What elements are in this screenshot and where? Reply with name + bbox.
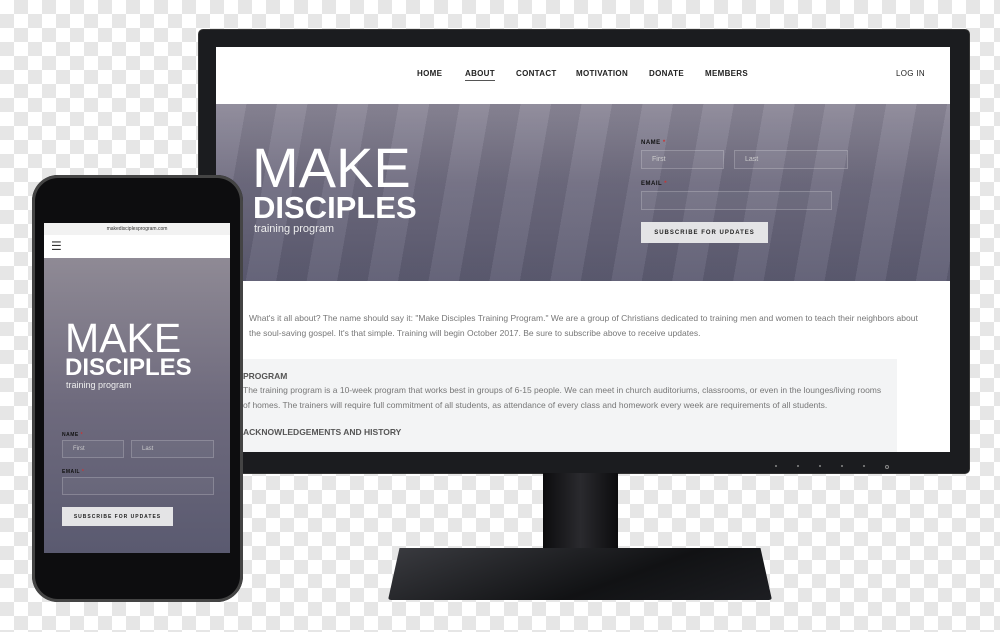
hamburger-icon[interactable]: ☰ <box>51 240 62 252</box>
about-content: What's it all about? The name should say… <box>216 281 950 452</box>
name-label: NAME * <box>641 140 666 146</box>
nav-members[interactable]: MEMBERS <box>705 69 748 78</box>
last-name-input[interactable]: Last <box>734 150 848 169</box>
desktop-monitor: HOME ABOUT CONTACT MOTIVATION DONATE MEM… <box>199 30 969 473</box>
nav-contact[interactable]: CONTACT <box>516 69 557 78</box>
nav-about[interactable]: ABOUT <box>465 69 495 81</box>
hero-title-disciples: DISCIPLES <box>253 190 417 225</box>
monitor-buttons <box>775 465 889 469</box>
mobile-email-label: EMAIL * <box>62 469 85 475</box>
hero-subtitle: training program <box>254 223 335 235</box>
address-bar[interactable]: makedisciplesprogram.com <box>44 223 230 235</box>
nav-donate[interactable]: DONATE <box>649 69 684 78</box>
nav-motivation[interactable]: MOTIVATION <box>576 69 628 78</box>
mobile-first-input[interactable]: First <box>62 440 124 458</box>
mobile-last-input[interactable]: Last <box>131 440 214 458</box>
program-heading: PROGRAM <box>243 371 288 381</box>
mobile-title-disciples: DISCIPLES <box>65 354 192 381</box>
mobile-hero: MAKE DISCIPLES training program NAME * F… <box>44 258 230 553</box>
hero-title-make: MAKE <box>252 136 411 199</box>
intro-paragraph: What's it all about? The name should say… <box>249 313 918 338</box>
mobile-screen: makedisciplesprogram.com ☰ MAKE DISCIPLE… <box>44 223 230 553</box>
email-input[interactable] <box>641 191 832 210</box>
program-card: PROGRAM The training program is a 10-wee… <box>233 359 897 452</box>
mobile-email-input[interactable] <box>62 477 214 495</box>
first-name-input[interactable]: First <box>641 150 724 169</box>
mobile-subscribe-button[interactable]: SUBSCRIBE FOR UPDATES <box>62 507 173 526</box>
hero-banner: MAKE DISCIPLES training program NAME * F… <box>216 104 950 281</box>
monitor-stand-base <box>388 548 772 600</box>
login-link[interactable]: LOG IN <box>896 69 925 78</box>
subscribe-button[interactable]: SUBSCRIBE FOR UPDATES <box>641 222 768 243</box>
mobile-phone: makedisciplesprogram.com ☰ MAKE DISCIPLE… <box>32 175 243 602</box>
mobile-subtitle: training program <box>66 380 132 390</box>
program-text: The training program is a 10-week progra… <box>243 385 882 410</box>
desktop-screen: HOME ABOUT CONTACT MOTIVATION DONATE MEM… <box>216 47 950 452</box>
monitor-stand-neck <box>543 473 618 551</box>
mobile-name-label: NAME * <box>62 432 84 438</box>
mobile-title-make: MAKE <box>65 315 182 361</box>
mobile-nav: ☰ <box>44 235 230 258</box>
top-nav: HOME ABOUT CONTACT MOTIVATION DONATE MEM… <box>216 47 950 104</box>
acknowledgements-heading: ACKNOWLEDGEMENTS AND HISTORY <box>243 427 402 437</box>
nav-home[interactable]: HOME <box>417 69 442 78</box>
email-label: EMAIL * <box>641 181 668 187</box>
